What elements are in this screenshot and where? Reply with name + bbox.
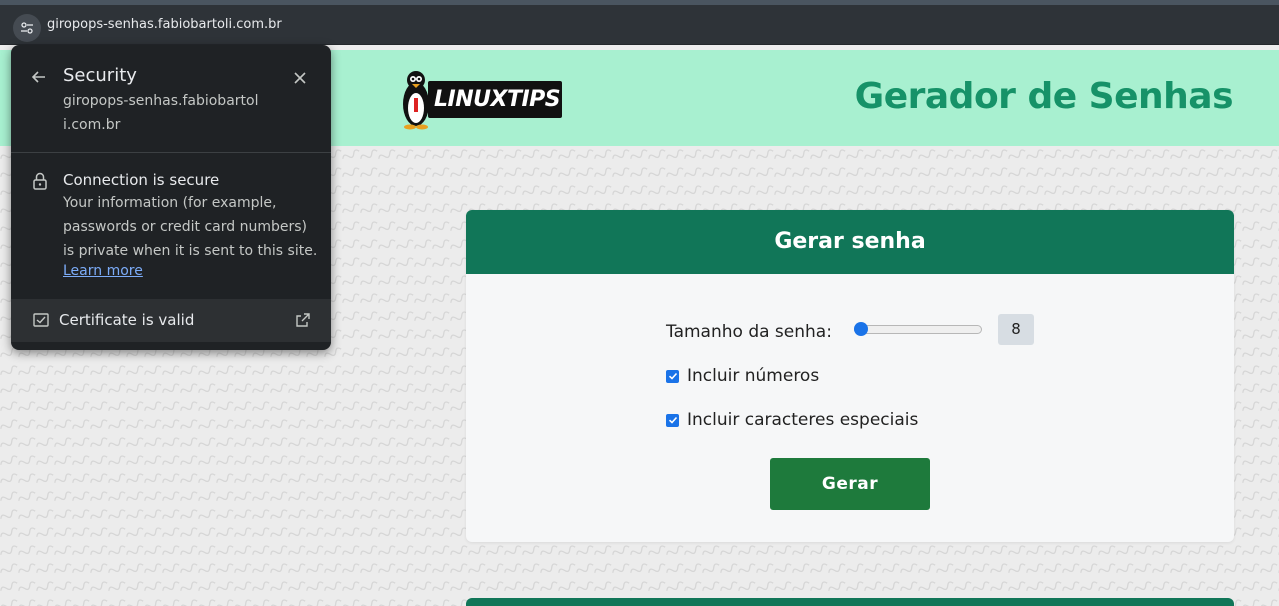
page-title: Gerador de Senhas <box>854 76 1234 117</box>
check-icon <box>668 372 677 380</box>
url-text[interactable]: giropops-senhas.fabiobartoli.com.br <box>47 17 282 32</box>
check-icon <box>668 416 677 424</box>
include-special-label[interactable]: Incluir caracteres especiais <box>687 410 918 430</box>
include-special-row: Incluir caracteres especiais <box>666 408 918 432</box>
popup-divider <box>11 152 331 153</box>
include-numbers-checkbox[interactable] <box>666 369 679 383</box>
size-slider-thumb[interactable] <box>854 322 868 336</box>
certificate-label: Certificate is valid <box>59 311 195 329</box>
size-value: 8 <box>998 314 1034 345</box>
include-numbers-label[interactable]: Incluir números <box>687 366 819 386</box>
size-slider-track[interactable] <box>854 325 982 334</box>
card-title: Gerar senha <box>466 210 1234 274</box>
close-icon[interactable] <box>293 71 307 85</box>
include-numbers-row: Incluir números <box>666 364 819 388</box>
site-info-button[interactable] <box>13 14 41 42</box>
back-arrow-icon[interactable] <box>31 69 47 85</box>
popup-title: Security <box>63 65 137 86</box>
connection-description: Your information (for example, passwords… <box>63 195 318 259</box>
tune-icon <box>21 22 33 34</box>
security-popup: Security giropops-senhas.fabiobartoli.co… <box>11 45 331 350</box>
linuxtips-logo[interactable]: LINUXTIPS <box>400 68 565 130</box>
include-special-checkbox[interactable] <box>666 413 679 427</box>
generate-button[interactable]: Gerar <box>770 458 930 510</box>
external-link-icon[interactable] <box>295 312 311 328</box>
certificate-icon <box>33 313 49 327</box>
size-label: Tamanho da senha: <box>666 322 832 342</box>
logo-text: LINUXTIPS <box>428 81 562 118</box>
second-card-header <box>466 598 1234 606</box>
connection-title: Connection is secure <box>63 171 220 189</box>
password-generator-card: Gerar senha Tamanho da senha: 8 Incluir … <box>466 210 1234 542</box>
lock-icon <box>33 172 47 190</box>
popup-domain: giropops-senhas.fabiobartoli.com.br <box>63 93 259 133</box>
learn-more-link[interactable]: Learn more <box>63 263 143 279</box>
certificate-row[interactable]: Certificate is valid <box>11 299 331 342</box>
address-bar: giropops-senhas.fabiobartoli.com.br <box>0 5 1279 45</box>
